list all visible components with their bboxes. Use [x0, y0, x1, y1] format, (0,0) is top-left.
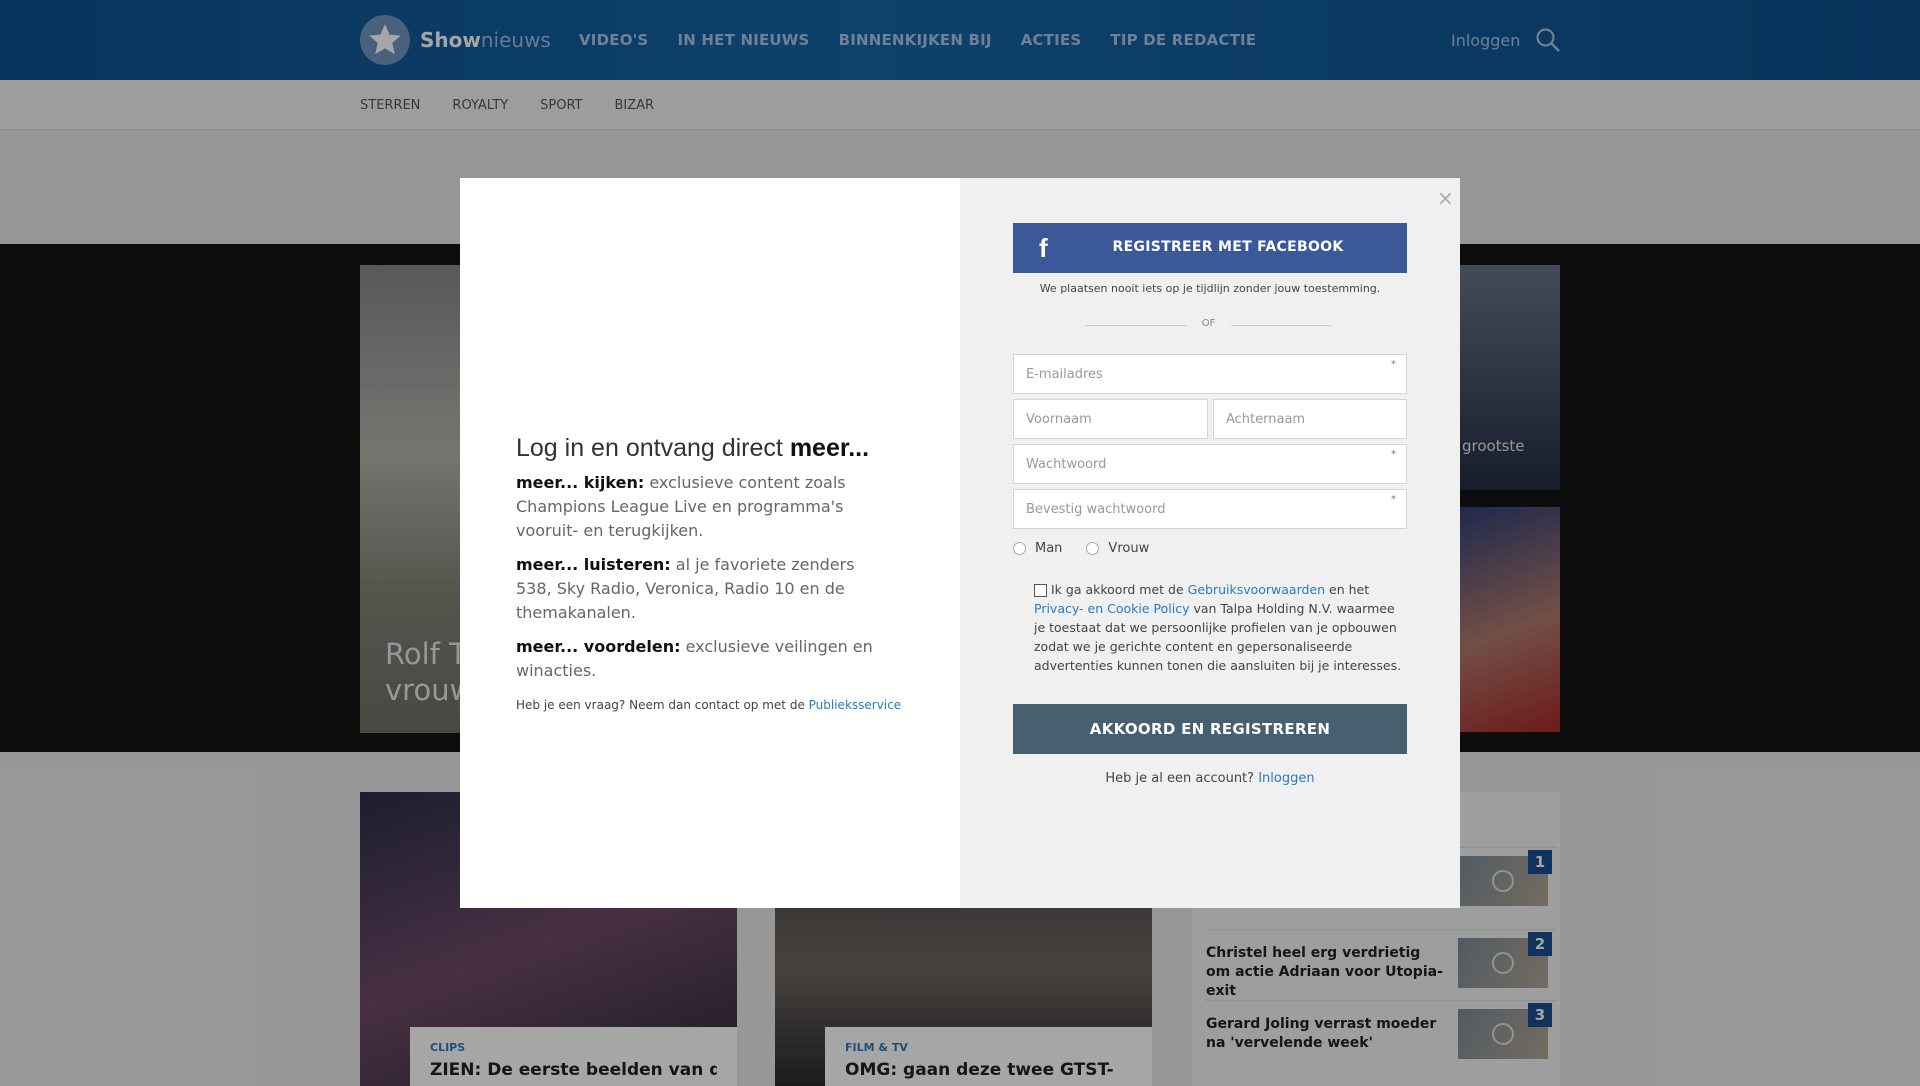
email-field[interactable]: E-mailadres *	[1013, 354, 1407, 394]
existing-account-note: Heb je al een account? Inloggen	[1105, 771, 1315, 786]
publieksservice-link[interactable]: Publieksservice	[809, 698, 901, 712]
modal-benefits-panel: Log in en ontvang direct meer... meer...…	[460, 178, 960, 908]
lastname-field[interactable]: Achternaam	[1213, 399, 1407, 439]
modal-login-link[interactable]: Inloggen	[1258, 771, 1314, 786]
email-placeholder: E-mailadres	[1026, 367, 1103, 382]
firstname-field[interactable]: Voornaam	[1013, 399, 1208, 439]
required-marker: *	[1391, 494, 1396, 505]
or-label: OF	[1201, 318, 1216, 329]
agree-register-button[interactable]: AKKOORD EN REGISTREREN	[1013, 704, 1407, 754]
required-marker: *	[1391, 449, 1396, 460]
facebook-privacy-note: We plaatsen nooit iets op je tijdlijn zo…	[1039, 282, 1381, 295]
gender-male-label: Man	[1035, 541, 1063, 556]
gender-male-radio[interactable]	[1013, 542, 1026, 555]
terms-text: Ik ga akkoord met de Gebruiksvoorwaarden…	[1034, 582, 1402, 673]
divider-line	[1231, 325, 1331, 326]
gender-female-label: Vrouw	[1108, 541, 1150, 556]
required-marker: *	[1391, 359, 1396, 370]
privacy-cookie-policy-link[interactable]: Privacy- en Cookie Policy	[1034, 601, 1189, 616]
facebook-register-button[interactable]: f REGISTREER MET FACEBOOK	[1013, 223, 1407, 273]
gender-female-radio[interactable]	[1086, 542, 1100, 555]
or-divider: OF	[1086, 318, 1331, 332]
gebruiksvoorwaarden-link[interactable]: Gebruiksvoorwaarden	[1188, 582, 1325, 597]
firstname-placeholder: Voornaam	[1026, 412, 1092, 427]
password-field[interactable]: Wachtwoord *	[1013, 444, 1407, 484]
facebook-button-label: REGISTREER MET FACEBOOK	[1112, 239, 1344, 255]
contact-note: Heb je een vraag? Neem dan contact op me…	[516, 698, 902, 712]
confirm-password-placeholder: Bevestig wachtwoord	[1026, 502, 1166, 517]
benefit-kijken: meer... kijken: exclusieve content zoals…	[516, 473, 846, 540]
lastname-placeholder: Achternaam	[1226, 412, 1306, 427]
benefit-voordelen: meer... voordelen: exclusieve veilingen …	[516, 637, 873, 680]
benefit-luisteren: meer... luisteren: al je favoriete zende…	[516, 555, 855, 622]
password-placeholder: Wachtwoord	[1026, 457, 1107, 472]
registration-modal: Log in en ontvang direct meer... meer...…	[460, 178, 1460, 908]
close-icon[interactable]: ×	[1437, 186, 1454, 210]
gender-options: Man Vrouw	[1013, 541, 1149, 556]
modal-heading: Log in en ontvang direct meer...	[516, 434, 870, 462]
confirm-password-field[interactable]: Bevestig wachtwoord *	[1013, 489, 1407, 529]
